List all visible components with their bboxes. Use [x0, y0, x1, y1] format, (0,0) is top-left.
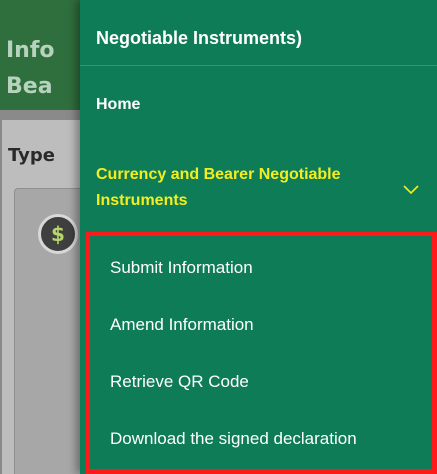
- background-header-line-2: Bea: [6, 74, 53, 99]
- submenu-highlight: Submit Information Amend Information Ret…: [86, 232, 437, 474]
- highlight-bottom-edge: [86, 469, 437, 474]
- nav-item-home[interactable]: Home: [96, 96, 140, 114]
- background-type-label: Type: [8, 145, 55, 166]
- submenu-item-amend-information[interactable]: Amend Information: [110, 315, 254, 335]
- navigation-drawer: Negotiable Instruments) Home Currency an…: [80, 0, 437, 474]
- submenu-item-download-signed-declaration[interactable]: Download the signed declaration: [110, 429, 357, 449]
- nav-section-currency[interactable]: Currency and Bearer Negotiable Instrumen…: [96, 162, 436, 222]
- submenu-item-retrieve-qr-code[interactable]: Retrieve QR Code: [110, 372, 249, 392]
- background-header-line-1: Info: [6, 38, 55, 63]
- nav-section-label: Currency and Bearer Negotiable Instrumen…: [96, 166, 341, 209]
- submenu-item-submit-information[interactable]: Submit Information: [110, 258, 253, 278]
- drawer-title: Negotiable Instruments): [96, 28, 303, 48]
- money-bag-icon: [38, 214, 78, 254]
- highlight-right-edge: [432, 232, 437, 474]
- drawer-divider: [80, 65, 437, 66]
- chevron-down-icon: [403, 185, 419, 195]
